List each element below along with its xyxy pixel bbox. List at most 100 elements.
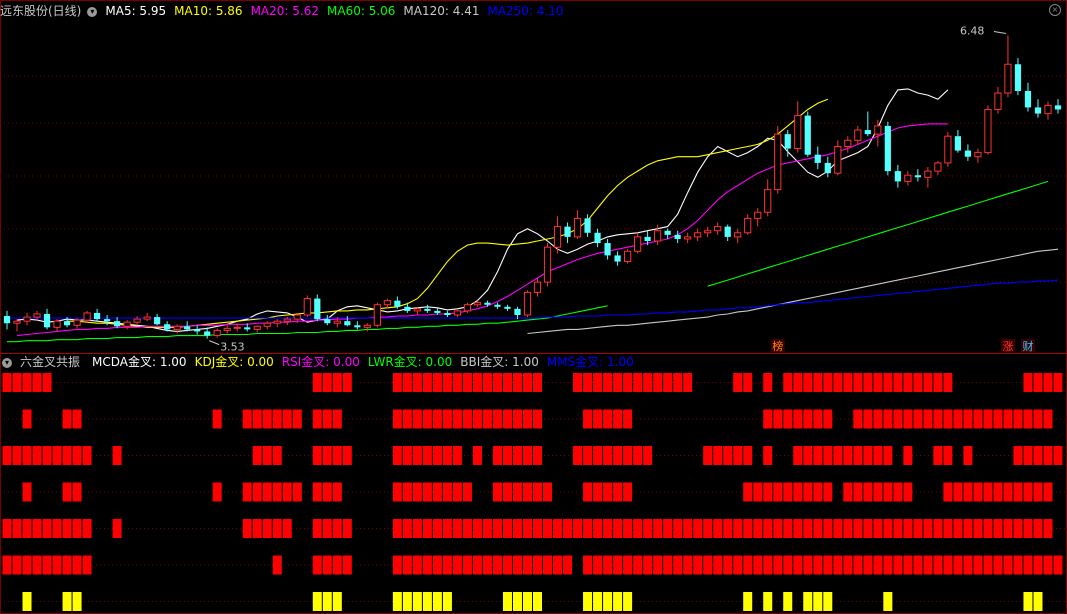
signal-bar xyxy=(983,409,993,429)
signal-bar xyxy=(723,446,733,465)
signal-bar xyxy=(793,519,803,538)
signal-bar xyxy=(873,519,883,538)
candle-down xyxy=(1034,107,1042,114)
signal-bar xyxy=(873,409,883,429)
signal-bar xyxy=(763,409,773,429)
candle-up xyxy=(133,318,141,323)
candle-up xyxy=(473,302,482,306)
candle-up xyxy=(363,324,371,328)
signal-bar xyxy=(322,482,332,502)
signal-bar xyxy=(853,409,863,429)
signal-bar xyxy=(643,519,653,538)
signal-bar xyxy=(392,519,402,538)
signal-bar xyxy=(593,373,603,392)
signal-bar xyxy=(803,592,813,611)
candle-up xyxy=(53,320,61,328)
signal-bar xyxy=(593,482,603,502)
candle-down xyxy=(484,302,491,305)
signal-label: BBI金叉: 1.00 xyxy=(460,355,539,369)
signal-bar xyxy=(583,446,593,465)
signal-bar xyxy=(1013,482,1023,502)
signal-bar xyxy=(272,446,282,465)
signal-bar xyxy=(462,482,472,502)
candle-down xyxy=(1024,90,1032,108)
signal-bar xyxy=(783,592,793,611)
signal-bar xyxy=(853,519,863,538)
candle-down xyxy=(1014,64,1022,91)
candle-down xyxy=(3,316,11,324)
candle-down xyxy=(354,325,361,328)
signal-bar xyxy=(883,555,893,575)
signal-bar xyxy=(502,555,512,575)
signal-bar xyxy=(603,555,613,575)
signal-bar xyxy=(613,482,623,502)
signal-bar xyxy=(813,373,823,392)
signal-bar xyxy=(42,519,52,538)
candle-down xyxy=(434,310,441,313)
signal-bar xyxy=(733,555,743,575)
signal-bar xyxy=(823,446,833,465)
signal-bar xyxy=(693,519,703,538)
signal-bar xyxy=(62,592,72,611)
candle-down xyxy=(644,236,651,242)
signal-bar xyxy=(573,519,583,538)
signal-bar xyxy=(943,409,953,429)
signal-bar xyxy=(432,519,442,538)
collapse-icon[interactable]: ▾ xyxy=(87,6,98,17)
signal-bar xyxy=(252,519,262,538)
signal-bar xyxy=(563,519,573,538)
signal-bar xyxy=(502,519,512,538)
candle-up xyxy=(453,310,462,316)
candle-down xyxy=(814,154,821,163)
low-pointer xyxy=(209,340,220,346)
signal-bar xyxy=(723,555,733,575)
candle-down xyxy=(564,226,571,237)
signal-bar xyxy=(512,555,522,575)
signal-bar xyxy=(72,519,82,538)
candle-down xyxy=(1054,105,1062,110)
candle-down xyxy=(784,134,791,149)
signal-bar xyxy=(72,446,82,465)
candle-down xyxy=(824,162,831,174)
signal-bar xyxy=(863,446,873,465)
signal-bar xyxy=(212,409,222,429)
candle-up xyxy=(143,316,151,320)
signal-bar xyxy=(452,446,462,465)
collapse-icon[interactable]: ▾ xyxy=(2,357,12,368)
signal-bar xyxy=(593,555,603,575)
signal-bar xyxy=(913,373,923,392)
signal-bar xyxy=(112,519,122,538)
signal-bar xyxy=(833,555,843,575)
signal-bar xyxy=(753,555,763,575)
signal-bar xyxy=(803,519,813,538)
signal-bar xyxy=(242,519,252,538)
signal-bar xyxy=(512,446,522,465)
signal-bar xyxy=(1023,519,1033,538)
signal-bar xyxy=(743,446,753,465)
candle-up xyxy=(533,281,542,293)
signal-bar xyxy=(482,519,492,538)
signal-bar xyxy=(873,446,883,465)
signal-bar xyxy=(402,446,412,465)
candle-down xyxy=(204,331,211,336)
signal-bar xyxy=(1033,592,1043,611)
candle-up xyxy=(764,189,772,213)
signal-bar xyxy=(1053,555,1063,575)
signal-bar xyxy=(22,592,32,611)
signal-bar xyxy=(853,482,863,502)
signal-bar xyxy=(573,373,583,392)
signal-bar xyxy=(963,446,973,465)
signal-bar xyxy=(583,373,593,392)
close-icon[interactable]: × xyxy=(1049,4,1061,16)
signal-bar xyxy=(312,519,322,538)
signal-bar xyxy=(583,592,593,611)
candle-up xyxy=(844,139,852,147)
signal-bar xyxy=(863,519,873,538)
signal-bar xyxy=(422,373,432,392)
signal-bar xyxy=(312,409,322,429)
signal-bar xyxy=(533,519,543,538)
signal-bar xyxy=(813,592,823,611)
signal-bar xyxy=(262,409,272,429)
candle-up xyxy=(944,135,952,164)
signal-bar xyxy=(783,373,793,392)
